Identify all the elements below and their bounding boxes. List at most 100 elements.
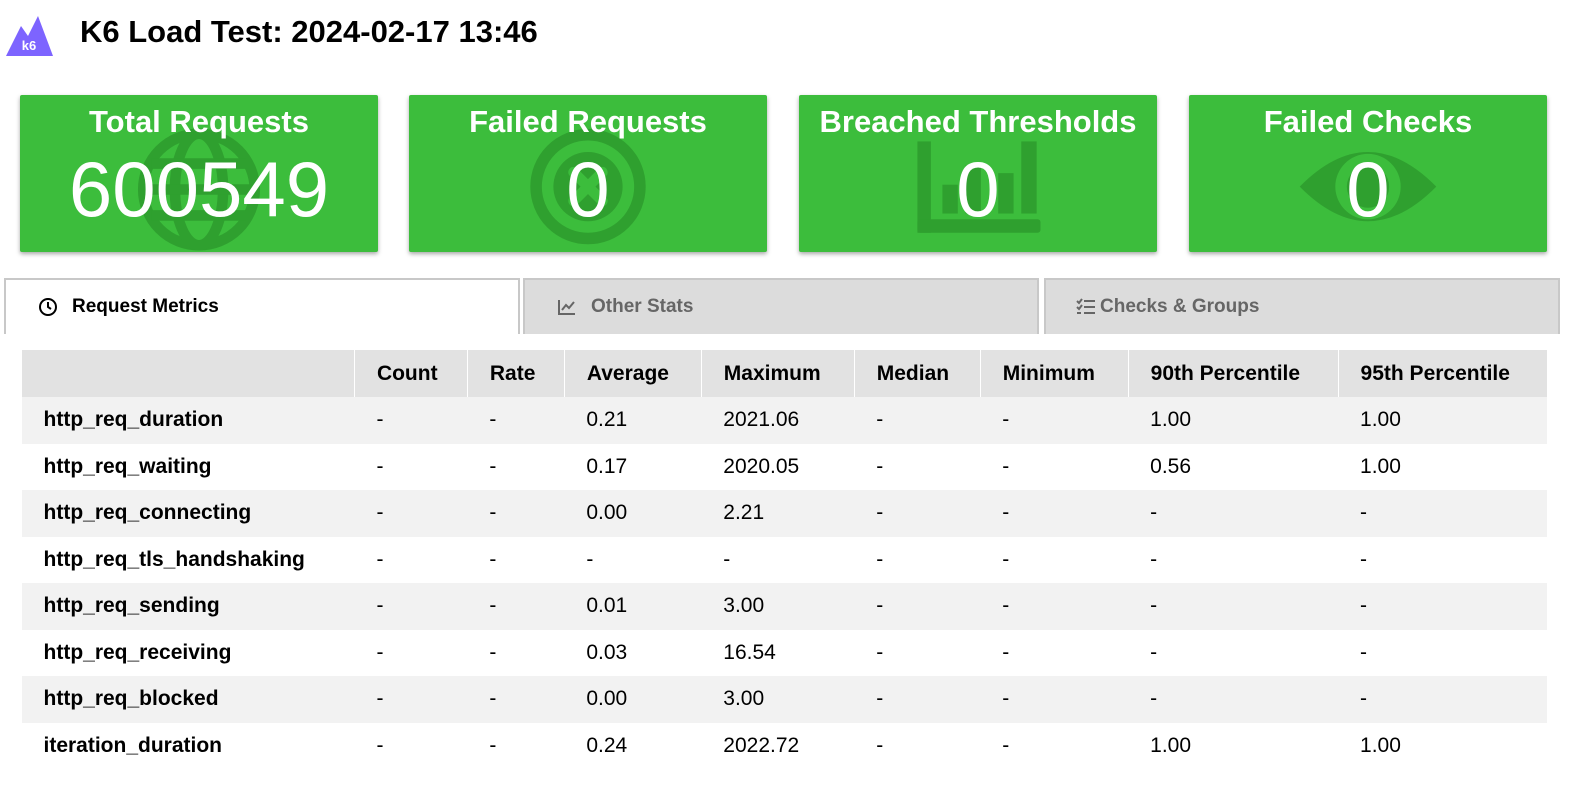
metric-value: 2.21 (701, 490, 855, 537)
column-header: Median (853, 350, 981, 397)
metric-value: - (1150, 547, 1158, 571)
table-header-row: Count Rate Average Maximum Median Minimu… (21, 350, 1547, 397)
metric-value: 0.00 (564, 676, 702, 723)
failed-checks-card: Failed Checks 0 (1189, 95, 1547, 252)
tab-other-stats[interactable]: Other Stats (523, 278, 1039, 334)
metric-value: 0.17 (586, 454, 628, 478)
metric-value: - (1002, 733, 1010, 757)
logo-text: k6 (22, 38, 36, 53)
tab-checks-groups[interactable]: Checks & Groups (1044, 278, 1560, 334)
k6-logo: k6 (6, 16, 53, 56)
metric-value: 0.03 (586, 640, 628, 664)
column-header: Rate (466, 350, 565, 397)
metric-value: - (489, 640, 497, 664)
metric-value: 3.00 (701, 676, 855, 723)
card-label: Failed Checks (1263, 104, 1473, 139)
table-body: http_req_duration - -0.21 2021.06- -1.00 1.00… (21, 397, 1548, 770)
metric-value: 0.01 (564, 583, 702, 630)
metric-value: 2020.05 (723, 454, 800, 478)
metric-value: - (467, 490, 565, 537)
metric-value: - (376, 454, 384, 478)
column-header: 95th Percentile (1337, 350, 1547, 397)
clock-icon (39, 298, 57, 316)
table-row: http_req_duration - -0.21 2021.06- -1.00 1.00 (21, 397, 1547, 444)
table-row: http_req_connecting - -0.00 2.21- - - - (21, 490, 1547, 537)
card-label: Failed Requests (469, 104, 707, 139)
page-title: K6 Load Test: 2024-02-17 13:46 (80, 14, 538, 49)
metric-value: - (376, 733, 384, 757)
metric-value: - (1002, 640, 1010, 664)
table-row: http_req_sending - -0.01 3.00- - - - (21, 583, 1547, 630)
metric-value: - (1338, 676, 1547, 723)
metric-value: - (489, 454, 497, 478)
request-metrics-table: Count Rate Average Maximum Median Minimu… (21, 350, 1547, 769)
tab-bar: Request Metrics Other Stats Checks & Gro… (4, 278, 1560, 334)
metric-value: - (980, 490, 1129, 537)
metric-value: - (489, 547, 497, 571)
tab-label: Checks & Groups (1100, 296, 1260, 317)
checklist-icon (1076, 298, 1095, 314)
metric-name: iteration_duration (43, 733, 223, 757)
metric-value: - (876, 640, 884, 664)
metric-value: 0.56 (1150, 454, 1192, 478)
metric-value: 2021.06 (701, 397, 855, 444)
column-header: Minimum (979, 350, 1129, 397)
card-label: Breached Thresholds (819, 104, 1137, 139)
metric-value: - (376, 640, 384, 664)
metric-value: - (980, 676, 1129, 723)
metric-value: - (586, 547, 594, 571)
card-label: Total Requests (89, 104, 309, 139)
metric-value: 1.00 (1338, 397, 1547, 444)
metric-value: - (854, 676, 981, 723)
metric-value: - (467, 583, 565, 630)
metric-value: - (354, 676, 468, 723)
metric-value: 0.21 (564, 397, 702, 444)
table-row: iteration_duration - - 0.24 2022.72 - - 1.00 1.0… (22, 723, 1548, 770)
metric-value: - (376, 547, 384, 571)
metric-value: - (876, 454, 884, 478)
card-value: 600549 (68, 145, 330, 233)
metric-name: http_req_receiving (43, 640, 232, 664)
metric-value: - (723, 547, 731, 571)
column-header: Count (353, 350, 468, 397)
tab-label: Other Stats (591, 296, 694, 317)
metric-value: - (854, 490, 981, 537)
metric-value: - (467, 397, 565, 444)
table-row: http_req_waiting - - 0.17 2020.05 - - 0.56 1.00 (22, 444, 1548, 491)
metric-name: http_req_sending (21, 583, 355, 630)
metric-value: - (1128, 676, 1339, 723)
column-header: Maximum (700, 350, 855, 397)
metric-value: 0.24 (586, 733, 628, 757)
metric-value: - (876, 547, 884, 571)
metric-name: http_req_tls_handshaking (43, 547, 305, 571)
breached-thresholds-card: Breached Thresholds 0 (799, 95, 1157, 252)
metric-value: - (1338, 490, 1547, 537)
metric-value: 16.54 (723, 640, 776, 664)
line-chart-icon (558, 300, 575, 315)
metric-name: http_req_blocked (21, 676, 355, 723)
tab-request-metrics[interactable]: Request Metrics (4, 278, 520, 334)
metric-value: - (467, 676, 565, 723)
metric-value: - (354, 490, 468, 537)
summary-cards: Total Requests 600549 Failed Requests 0 (20, 95, 1547, 252)
card-value: 0 (566, 145, 610, 233)
metric-value: - (1150, 640, 1158, 664)
table-row: http_req_tls_handshaking - - - - - - - - (22, 537, 1548, 584)
metric-value: - (489, 733, 497, 757)
metric-value: 1.00 (1360, 454, 1401, 478)
metric-value: 1.00 (1150, 733, 1192, 757)
metric-value: - (854, 583, 981, 630)
metric-value: - (876, 733, 884, 757)
metric-value: 3.00 (701, 583, 855, 630)
metric-name: http_req_connecting (21, 490, 355, 537)
metric-value: 0.00 (564, 490, 702, 537)
metric-value: - (1360, 640, 1368, 664)
metric-value: - (980, 583, 1129, 630)
metric-value: 2022.72 (723, 733, 800, 757)
metric-value: 1.00 (1128, 397, 1339, 444)
metric-value: - (1338, 583, 1547, 630)
metric-value: - (1128, 583, 1339, 630)
metric-value: - (1128, 490, 1339, 537)
metric-value: - (354, 397, 468, 444)
table-row: http_req_receiving - - 0.03 16.54 - - - - (22, 630, 1548, 677)
